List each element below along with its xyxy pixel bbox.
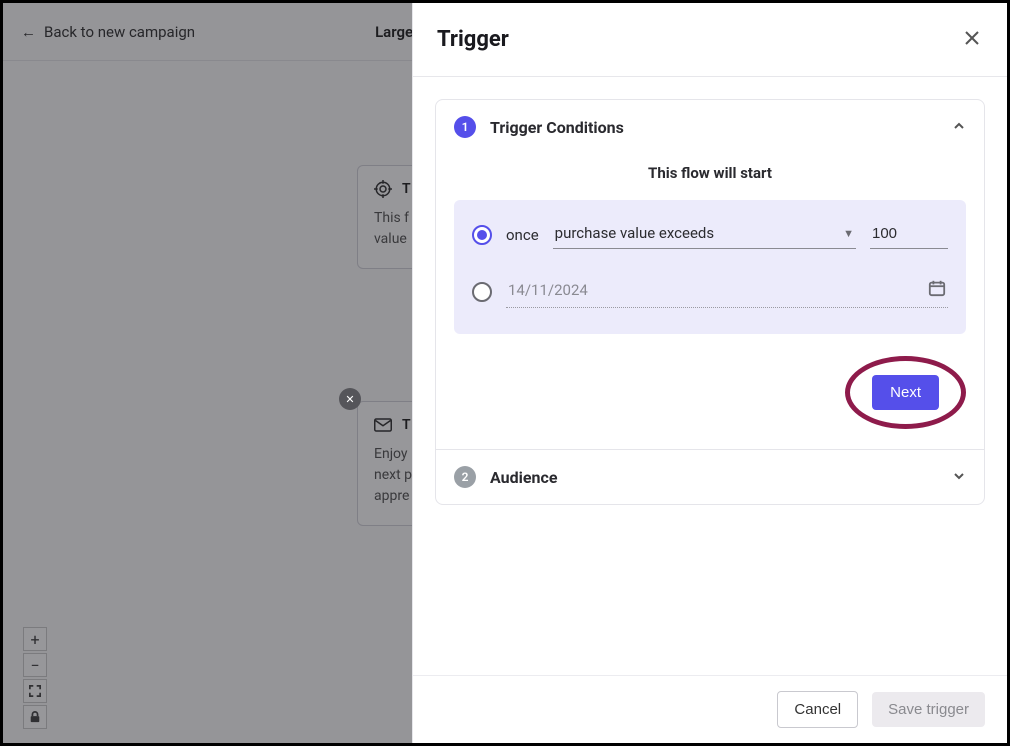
step1-header[interactable]: 1 Trigger Conditions: [436, 100, 984, 154]
close-icon: ✕: [345, 393, 354, 406]
panel-header: Trigger: [413, 3, 1007, 77]
condition-row-once: once purchase value exceeds ▼: [472, 220, 948, 249]
step2-header[interactable]: 2 Audience: [436, 450, 984, 504]
step-trigger-conditions: 1 Trigger Conditions This flow will star…: [436, 100, 984, 449]
caret-down-icon: ▼: [843, 227, 854, 240]
date-placeholder: 14/11/2024: [508, 281, 588, 299]
condition-select-value: purchase value exceeds: [555, 224, 714, 242]
panel-body: 1 Trigger Conditions This flow will star…: [413, 77, 1007, 675]
trigger-accordion: 1 Trigger Conditions This flow will star…: [435, 99, 985, 505]
panel-title: Trigger: [437, 27, 509, 52]
trigger-side-panel: Trigger 1 Trigger Conditions: [412, 3, 1007, 743]
step1-content: This flow will start once purchase value…: [436, 154, 984, 449]
condition-row-date: 14/11/2024: [472, 275, 948, 308]
step2-title: Audience: [490, 468, 938, 487]
step2-badge: 2: [454, 466, 476, 488]
date-input[interactable]: 14/11/2024: [506, 275, 948, 308]
flow-start-heading: This flow will start: [454, 164, 966, 182]
radio-once[interactable]: [472, 225, 492, 245]
once-label: once: [506, 226, 539, 244]
condition-block: once purchase value exceeds ▼: [454, 200, 966, 334]
step1-title: Trigger Conditions: [490, 118, 938, 137]
chevron-up-icon: [952, 118, 966, 137]
panel-close-button[interactable]: [961, 29, 983, 51]
save-trigger-button[interactable]: Save trigger: [872, 692, 985, 727]
next-button[interactable]: Next: [872, 375, 939, 410]
step-audience: 2 Audience: [436, 449, 984, 504]
calendar-icon: [928, 279, 946, 301]
close-icon: [964, 30, 980, 50]
step1-badge: 1: [454, 116, 476, 138]
next-row: Next: [454, 356, 966, 429]
radio-date[interactable]: [472, 282, 492, 302]
tutorial-highlight-ring: Next: [845, 356, 966, 429]
condition-value-input[interactable]: [870, 221, 948, 249]
chevron-down-icon: [952, 468, 966, 487]
node-delete-button[interactable]: ✕: [339, 388, 361, 410]
condition-select[interactable]: purchase value exceeds ▼: [553, 220, 856, 249]
cancel-button[interactable]: Cancel: [777, 691, 858, 728]
panel-footer: Cancel Save trigger: [413, 675, 1007, 743]
